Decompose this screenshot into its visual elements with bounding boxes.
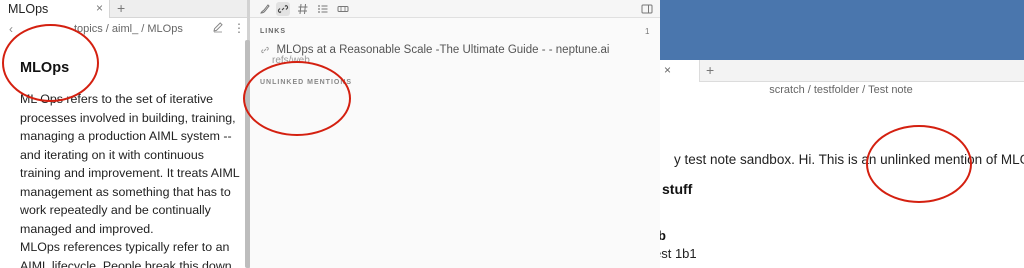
more-icon[interactable]: ⋮ [233, 21, 245, 35]
tab-bar: MLOps × + [0, 0, 247, 18]
links-section-header: LINKS [260, 28, 286, 35]
annotation-circle [866, 125, 972, 203]
annotation-circle [243, 61, 351, 136]
back-icon[interactable]: ‹ [9, 22, 13, 36]
box-icon[interactable] [336, 2, 350, 16]
tab-title: MLOps [8, 2, 49, 16]
hash-icon[interactable] [296, 2, 310, 16]
brush-icon[interactable] [258, 2, 272, 16]
close-icon[interactable]: × [96, 1, 103, 15]
backlinks-toolbar [250, 0, 660, 18]
tab-mlops[interactable]: MLOps × [0, 0, 110, 18]
sidebar-toggle-icon[interactable] [640, 2, 654, 16]
note-paragraph: MLOps references typically refer to an A… [20, 240, 232, 268]
background-note-heading: stuff [662, 181, 693, 197]
background-tab[interactable]: × [658, 60, 700, 82]
plus-icon[interactable]: + [117, 0, 125, 16]
link-icon [261, 46, 269, 53]
backlink-item[interactable]: MLOps at a Reasonable Scale -The Ultimat… [260, 41, 610, 59]
close-icon[interactable]: × [664, 63, 671, 77]
note-paragraph: ML Ops refers to the set of iterative pr… [20, 92, 240, 236]
background-tab-bar: × + [658, 60, 1024, 82]
breadcrumb[interactable]: topics / aiml_ / MLOps [74, 23, 183, 35]
edit-icon[interactable] [212, 21, 224, 33]
background-note-line: est 1b1 [654, 246, 697, 261]
plus-icon[interactable]: + [706, 62, 714, 78]
link-icon[interactable] [276, 2, 290, 16]
background-breadcrumb[interactable]: scratch / testfolder / Test note [658, 84, 1024, 96]
list-icon[interactable] [316, 2, 330, 16]
annotation-circle [2, 24, 99, 102]
desktop-background [658, 0, 1024, 60]
backlink-title[interactable]: MLOps at a Reasonable Scale -The Ultimat… [276, 44, 609, 56]
links-count-badge: 1 [645, 27, 650, 36]
main-app-window: MLOps × + ‹ topics / aiml_ / MLOps ⋮ MLO… [0, 0, 660, 268]
